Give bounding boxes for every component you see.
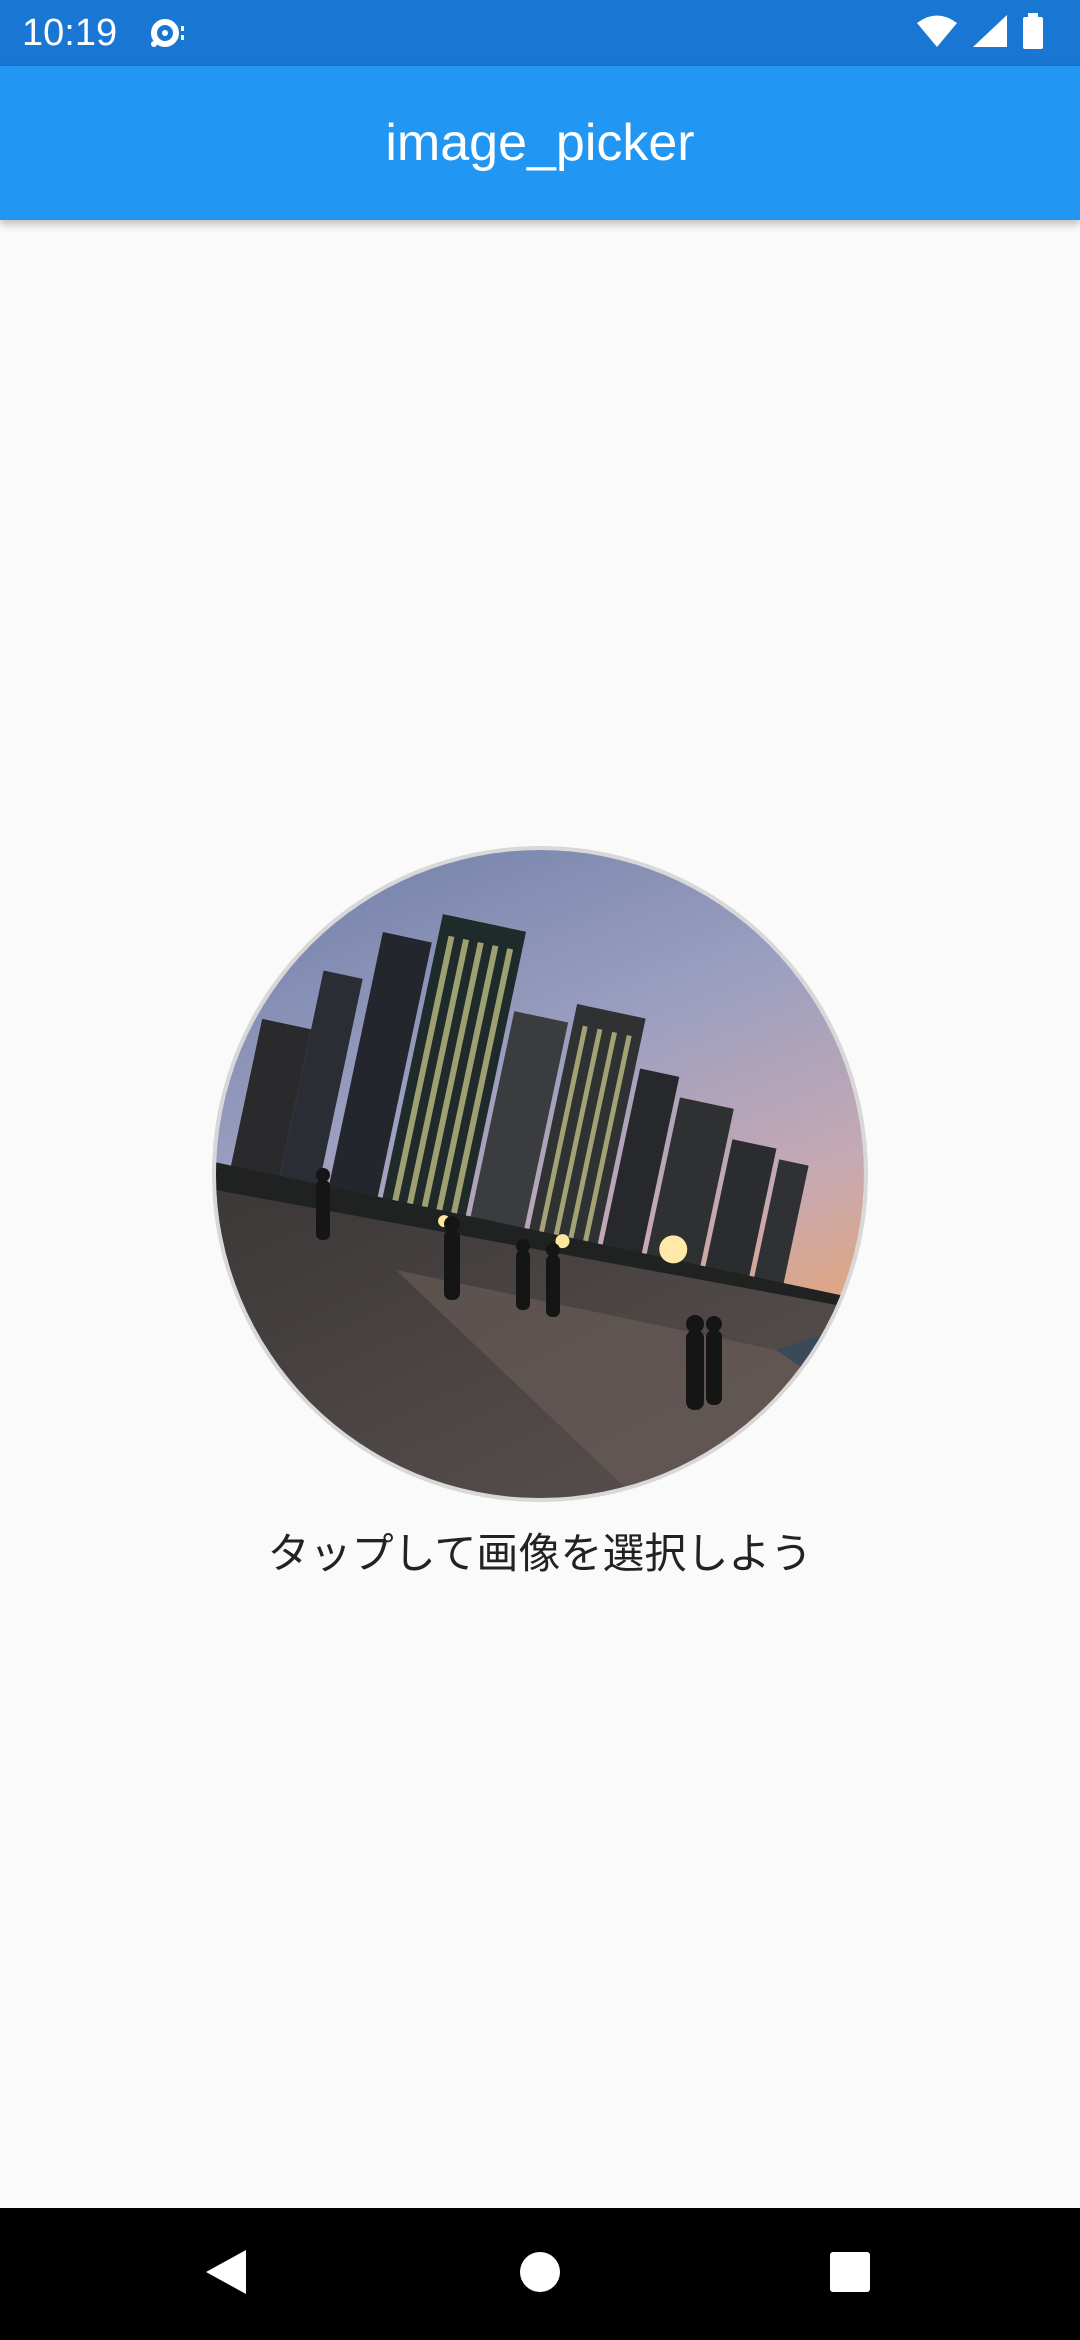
app-title: image_picker <box>385 114 695 172</box>
back-icon <box>204 2248 248 2301</box>
app-bar: image_picker <box>0 66 1080 220</box>
image-picker-avatar[interactable] <box>212 846 868 1502</box>
wifi-icon <box>916 14 958 53</box>
status-bar: 10:19 <box>0 0 1080 66</box>
select-image-caption: タップして画像を選択しよう <box>267 1529 813 1578</box>
back-button[interactable] <box>190 2238 262 2310</box>
status-time: 10:19 <box>22 12 118 54</box>
battery-icon <box>1022 12 1044 54</box>
home-button[interactable] <box>504 2238 576 2310</box>
notification-icon <box>148 16 188 50</box>
recents-button[interactable] <box>814 2238 886 2310</box>
city-skyline-photo <box>216 850 864 1498</box>
recents-icon <box>829 2251 871 2298</box>
signal-icon <box>972 14 1008 53</box>
home-icon <box>518 2250 562 2299</box>
status-icons <box>916 12 1044 54</box>
system-nav-bar <box>0 2208 1080 2340</box>
